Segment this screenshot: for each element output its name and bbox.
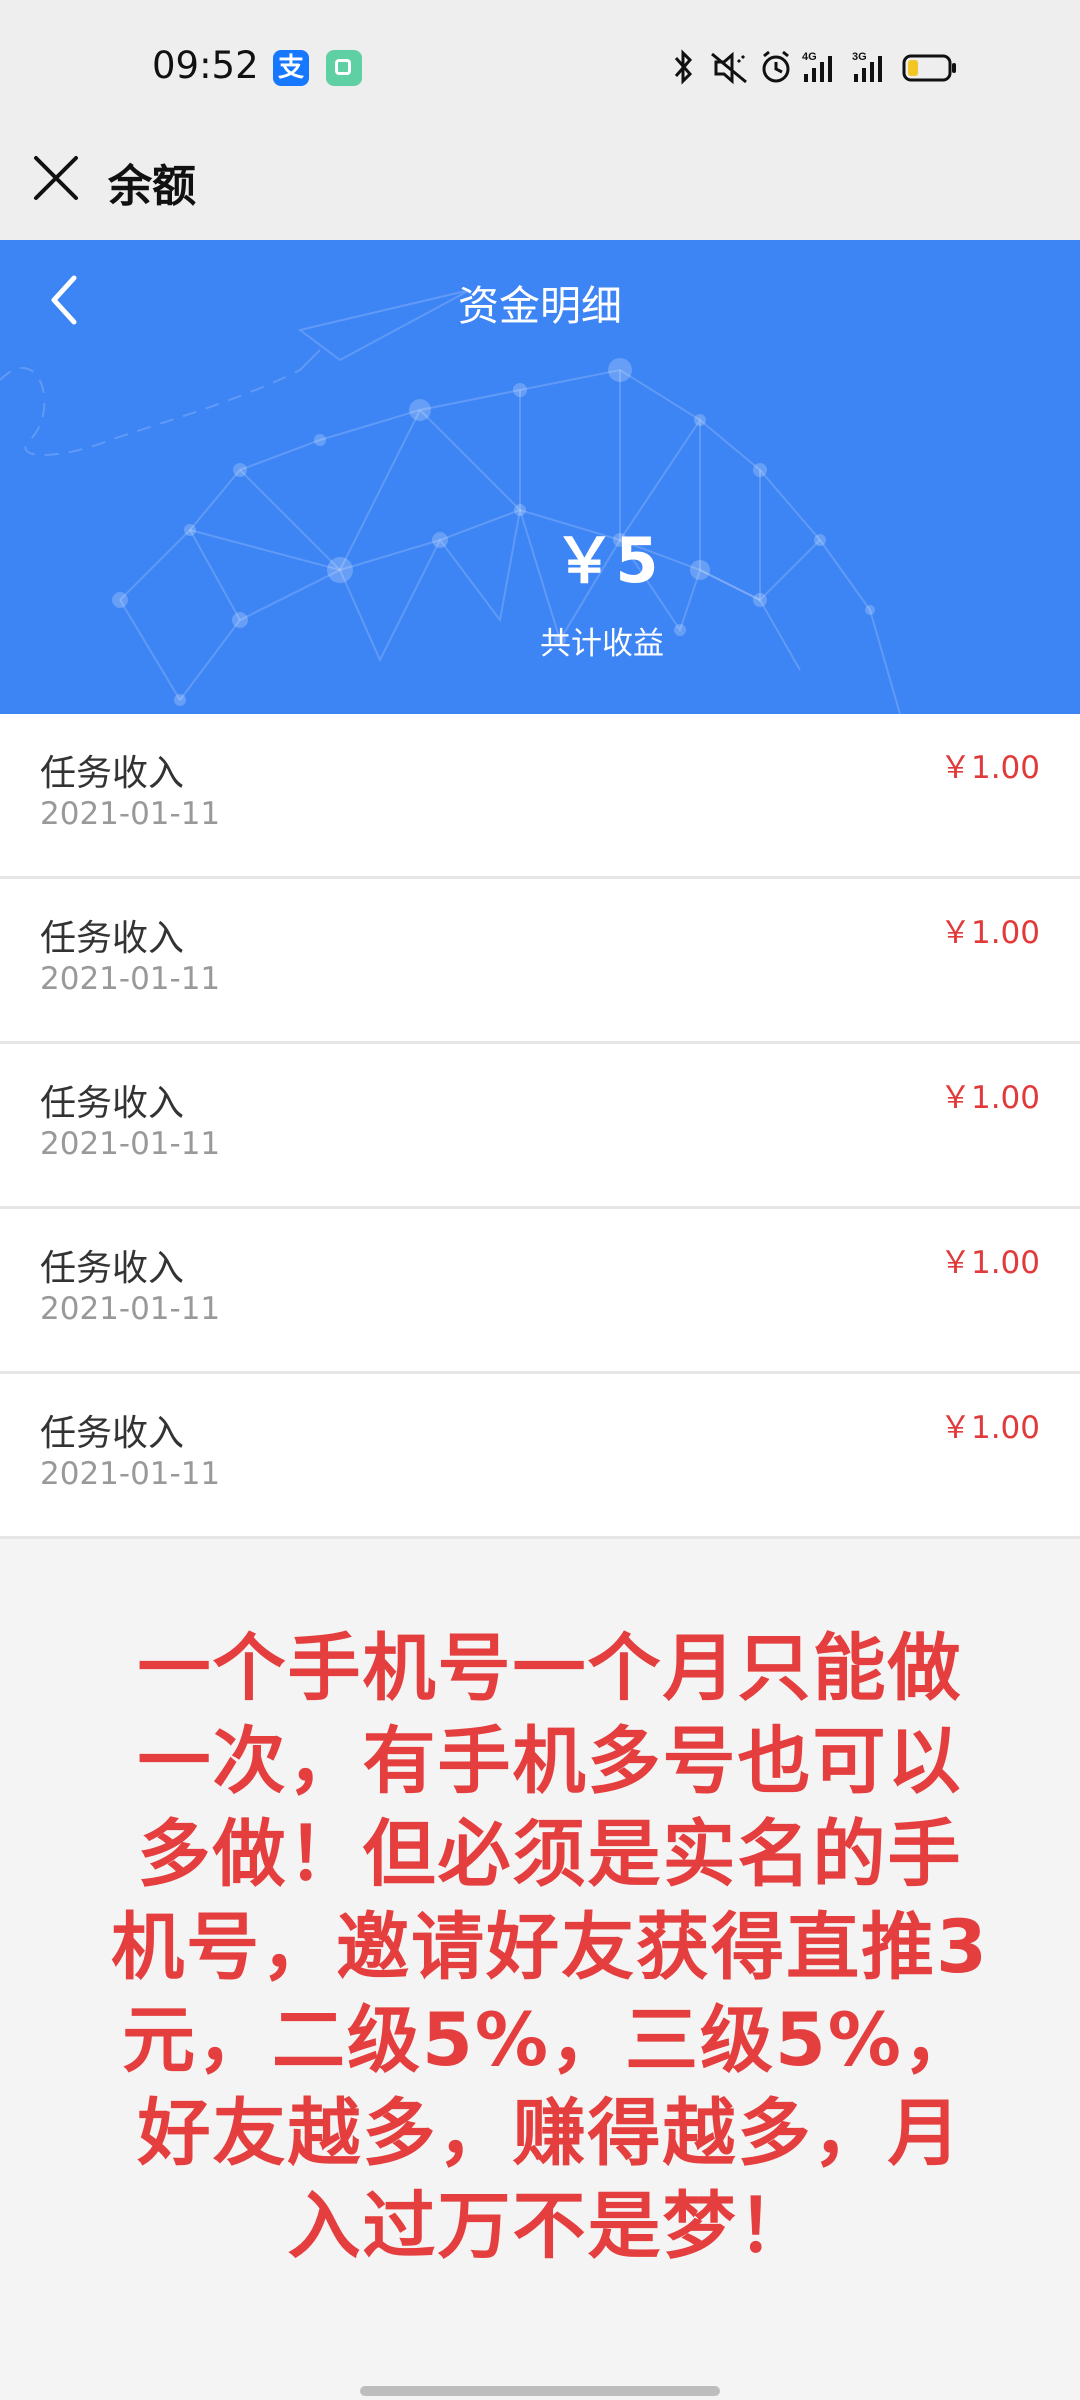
record-title: 任务收入 xyxy=(40,1413,185,1454)
promo-text: 一个手机号一个月只能做一次，有手机多号也可以多做！但必须是实名的手机号，邀请好友… xyxy=(111,1626,989,2269)
alipay-icon: 支 xyxy=(273,50,309,86)
app-icon xyxy=(326,50,362,86)
records-list: 任务收入 2021-01-11 ￥1.00 任务收入 2021-01-11 ￥1… xyxy=(0,714,1080,1539)
record-title: 任务收入 xyxy=(40,918,185,959)
total-amount-label: 共计收益 xyxy=(540,626,664,662)
record-amount: ￥1.00 xyxy=(939,750,1040,786)
record-title: 任务收入 xyxy=(40,753,185,794)
bluetooth-icon xyxy=(674,49,693,85)
record-amount: ￥1.00 xyxy=(939,1410,1040,1446)
status-time: 09:52 xyxy=(152,44,259,87)
banner-title: 资金明细 xyxy=(458,282,622,330)
record-amount: ￥1.00 xyxy=(939,1080,1040,1116)
svg-text:3G: 3G xyxy=(852,51,867,63)
alarm-icon xyxy=(762,50,790,83)
list-item[interactable]: 任务收入 2021-01-11 ￥1.00 xyxy=(0,879,1080,1044)
record-title: 任务收入 xyxy=(40,1083,185,1124)
status-icons: 4G 3G xyxy=(672,46,1012,90)
list-item[interactable]: 任务收入 2021-01-11 ￥1.00 xyxy=(0,1044,1080,1209)
total-amount: ￥5 xyxy=(553,524,659,597)
record-amount: ￥1.00 xyxy=(939,915,1040,951)
app-header: 余额 xyxy=(0,130,1080,240)
signal-3g-icon: 3G xyxy=(852,51,882,82)
record-date: 2021-01-11 xyxy=(40,1291,221,1327)
close-icon[interactable] xyxy=(30,152,82,204)
home-indicator[interactable] xyxy=(360,2386,720,2396)
status-bar: 09:52 支 4G 3G xyxy=(0,0,1080,130)
record-date: 2021-01-11 xyxy=(40,1126,221,1162)
record-amount: ￥1.00 xyxy=(939,1245,1040,1281)
record-date: 2021-01-11 xyxy=(40,1456,221,1492)
record-date: 2021-01-11 xyxy=(40,961,221,997)
svg-text:4G: 4G xyxy=(802,51,817,63)
list-item[interactable]: 任务收入 2021-01-11 ￥1.00 xyxy=(0,1374,1080,1539)
battery-icon xyxy=(902,54,956,82)
list-item[interactable]: 任务收入 2021-01-11 ￥1.00 xyxy=(0,714,1080,879)
mute-icon xyxy=(711,51,747,85)
record-date: 2021-01-11 xyxy=(40,796,221,832)
record-title: 任务收入 xyxy=(40,1248,185,1289)
page-title: 余额 xyxy=(108,161,196,212)
signal-4g-icon: 4G xyxy=(802,51,832,82)
page: 09:52 支 4G 3G 余额 资金明细 ￥5 共计收益 任务收入 2021-… xyxy=(0,0,1080,2400)
summary-banner: 资金明细 ￥5 共计收益 xyxy=(0,240,1080,714)
list-item[interactable]: 任务收入 2021-01-11 ￥1.00 xyxy=(0,1209,1080,1374)
